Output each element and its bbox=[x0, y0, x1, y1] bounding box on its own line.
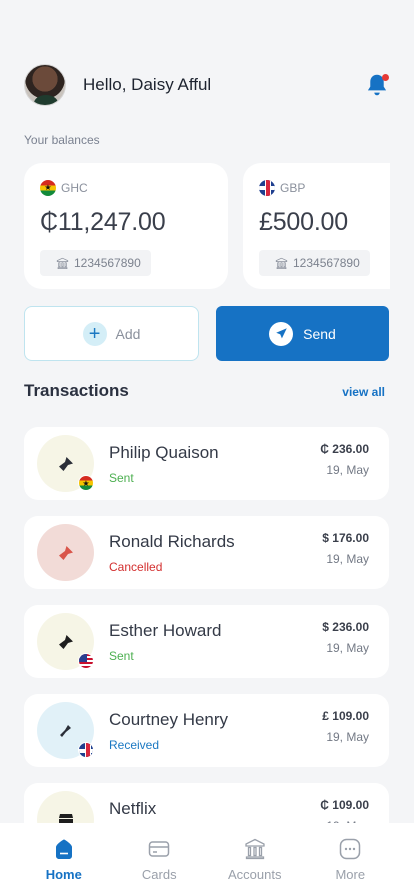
pin-icon bbox=[58, 545, 73, 560]
notification-dot bbox=[382, 74, 389, 81]
account-number: 1234567890 bbox=[74, 256, 141, 270]
greeting-text: Hello, Daisy Afful bbox=[83, 75, 212, 94]
nav-label: Accounts bbox=[228, 867, 282, 882]
account-number: 1234567890 bbox=[293, 256, 360, 270]
currency-code: GHC bbox=[61, 181, 88, 195]
pin-icon bbox=[58, 456, 73, 471]
us-flag-icon bbox=[78, 653, 94, 669]
send-button-label: Send bbox=[303, 325, 336, 342]
home-icon bbox=[55, 839, 72, 859]
transaction-status: Received bbox=[109, 738, 160, 752]
ghana-flag-icon bbox=[40, 180, 56, 196]
bottom-navigation: Home Cards Accounts More bbox=[0, 823, 414, 896]
transaction-name: Philip Quaison bbox=[109, 443, 219, 462]
nav-label: Cards bbox=[141, 867, 177, 882]
transactions-heading: Transactions bbox=[24, 381, 129, 400]
transaction-row[interactable]: Courtney Henry Received £ 109.00 19, May bbox=[24, 694, 389, 767]
transaction-amount: ₵ 236.00 bbox=[320, 442, 369, 456]
bank-icon bbox=[56, 257, 69, 269]
pin-icon bbox=[59, 724, 71, 737]
transaction-row[interactable]: Philip Quaison Sent ₵ 236.00 19, May bbox=[24, 427, 389, 500]
balance-amount: £500.00 bbox=[259, 208, 348, 236]
nav-label: More bbox=[335, 867, 366, 882]
transaction-amount: $ 176.00 bbox=[322, 531, 369, 545]
transaction-row[interactable]: Ronald Richards Cancelled $ 176.00 19, M… bbox=[24, 516, 389, 589]
notification-button[interactable] bbox=[364, 72, 390, 98]
transaction-name: Courtney Henry bbox=[109, 710, 229, 729]
bank-icon bbox=[275, 257, 288, 269]
balance-amount: ₵11,247.00 bbox=[40, 208, 166, 236]
transaction-name: Netflix bbox=[109, 799, 157, 818]
currency-code: GBP bbox=[280, 181, 306, 195]
transaction-name: Esther Howard bbox=[109, 621, 222, 640]
balance-card-ghc[interactable]: GHC ₵11,247.00 1234567890 bbox=[24, 163, 228, 289]
more-icon bbox=[340, 838, 361, 860]
transaction-date: 19, May bbox=[326, 730, 369, 744]
balances-label: Your balances bbox=[24, 133, 100, 147]
transaction-avatar bbox=[37, 524, 94, 581]
pin-icon bbox=[58, 634, 73, 649]
transaction-amount: £ 109.00 bbox=[322, 709, 369, 723]
uk-flag-icon bbox=[259, 180, 275, 196]
ghana-flag-icon bbox=[78, 475, 94, 491]
account-number-chip: 1234567890 bbox=[259, 250, 370, 276]
send-money-button[interactable]: Send bbox=[216, 306, 389, 361]
plus-icon: + bbox=[82, 321, 107, 346]
nav-item-accounts[interactable]: Accounts bbox=[220, 823, 290, 896]
transaction-amount: ₵ 109.00 bbox=[320, 798, 369, 812]
transaction-date: 19, May bbox=[326, 463, 369, 477]
avatar[interactable] bbox=[24, 64, 66, 106]
transaction-status: Sent bbox=[109, 471, 134, 485]
nav-item-cards[interactable]: Cards bbox=[124, 823, 194, 896]
transaction-row[interactable]: Esther Howard Sent $ 236.00 19, May bbox=[24, 605, 389, 678]
uk-flag-icon bbox=[78, 742, 94, 758]
transaction-name: Ronald Richards bbox=[109, 532, 235, 551]
view-all-link[interactable]: view all bbox=[342, 385, 385, 399]
add-button-label: Add bbox=[115, 325, 141, 342]
transaction-date: 19, May bbox=[326, 641, 369, 655]
balance-cards-carousel[interactable]: GHC ₵11,247.00 1234567890 GBP £500.00 12… bbox=[24, 163, 390, 289]
balance-card-gbp[interactable]: GBP £500.00 1234567890 bbox=[243, 163, 390, 289]
nav-label: Home bbox=[45, 867, 82, 882]
header: Hello, Daisy Afful bbox=[24, 64, 390, 106]
add-money-button[interactable]: + Add bbox=[24, 306, 199, 361]
account-number-chip: 1234567890 bbox=[40, 250, 151, 276]
transaction-amount: $ 236.00 bbox=[322, 620, 369, 634]
transaction-status: Cancelled bbox=[109, 560, 163, 574]
transaction-date: 19, May bbox=[326, 552, 369, 566]
nav-item-home[interactable]: Home bbox=[29, 823, 99, 896]
nav-item-more[interactable]: More bbox=[315, 823, 385, 896]
transaction-status: Sent bbox=[109, 649, 134, 663]
send-icon bbox=[269, 321, 294, 346]
card-icon bbox=[149, 841, 170, 857]
bank-icon bbox=[245, 838, 265, 860]
